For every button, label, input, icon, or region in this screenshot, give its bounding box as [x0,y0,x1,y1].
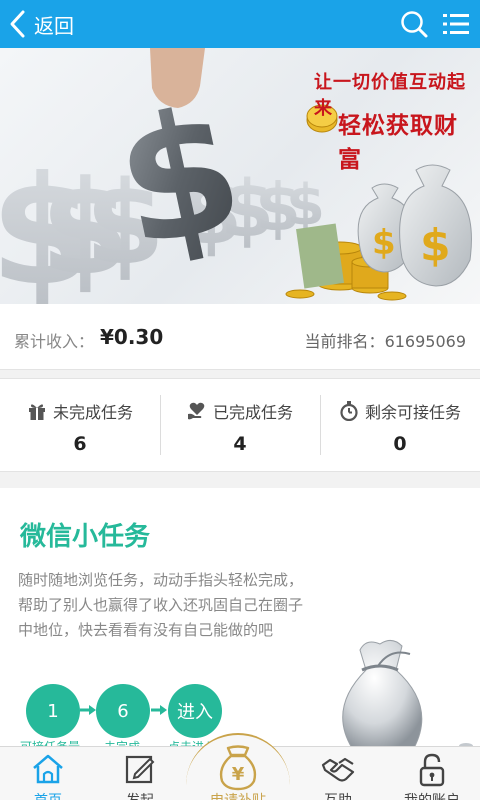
svg-text:$: $ [420,220,451,271]
top-bar: 返回 [0,0,480,48]
gift-icon [28,404,45,420]
nav-mutual-help[interactable]: 互助 [290,747,386,800]
chevron-left-icon [8,8,28,40]
svg-text:¥: ¥ [232,764,245,785]
rank-label: 当前排名： [304,332,385,351]
step-available[interactable]: 1 [26,684,80,738]
handshake-icon [321,757,355,782]
card-title: 微信小任务 [20,522,151,552]
back-label: 返回 [34,13,74,38]
arrow-right-icon [151,705,167,715]
nav-label: 申请补贴 [186,790,290,800]
bottom-nav: 首页 发起 ¥ 申请补贴 互助 [0,733,480,800]
stat-value: 4 [233,433,247,455]
banner-image[interactable]: $ $ $ $ $ $ $ $ $ $ 让一切价值互动起来 轻松获取财富 [0,48,480,304]
stat-value: 6 [73,433,87,455]
stat-label: 已完成任务 [212,403,293,422]
stat-label: 剩余可接任务 [364,403,461,422]
arrow-right-icon [80,705,96,715]
search-icon [401,11,428,38]
nav-create[interactable]: 发起 [92,747,188,800]
nav-label: 互助 [290,790,386,800]
svg-text:$: $ [372,223,396,263]
nav-home[interactable]: 首页 [0,747,96,800]
wechat-task-card[interactable]: 微信小任务 随时随地浏览任务，动动手指头轻松完成，帮助了别人也赢得了收入还巩固自… [0,488,480,758]
stat-incomplete-tasks[interactable]: 未完成任务 6 [0,379,160,471]
task-stats: 未完成任务 6 已完成任务 4 剩余可接任务 0 [0,378,480,472]
stat-value: 0 [393,433,407,455]
nav-label: 首页 [0,790,96,800]
nav-my-account[interactable]: 我的账户 [384,747,480,800]
income-summary: 累计收入： ¥0.30 当前排名：61695069 [0,304,480,370]
money-bag-icon: ¥ [219,745,257,791]
lock-icon [419,753,445,787]
stopwatch-icon [340,401,358,421]
back-button[interactable]: 返回 [8,6,74,42]
nav-label: 我的账户 [384,790,480,800]
menu-button[interactable] [440,8,472,40]
banner-slogan-line2: 轻松获取财富 [338,112,458,173]
list-menu-icon [443,14,469,34]
screen: 返回 $ $ $ $ $ $ $ $ $ $ 让一切价值互动起来 轻松获取财富 … [0,0,480,800]
home-icon [33,754,63,784]
stat-remaining-tasks[interactable]: 剩余可接任务 0 [320,379,480,471]
income-label: 累计收入： [14,332,95,351]
enter-button[interactable]: 进入 [168,684,222,738]
money-bag-illustration [287,640,480,758]
rank-display: 当前排名：61695069 [305,328,466,352]
edit-icon [125,755,155,784]
stat-label: 未完成任务 [52,403,133,422]
step-incomplete[interactable]: 6 [96,684,150,738]
search-button[interactable] [398,8,430,40]
heart-hand-icon [187,402,205,420]
stat-completed-tasks[interactable]: 已完成任务 4 [160,379,320,471]
nav-label: 发起 [92,790,188,800]
rank-value: 61695069 [384,332,466,351]
income-value: ¥0.30 [100,325,164,349]
